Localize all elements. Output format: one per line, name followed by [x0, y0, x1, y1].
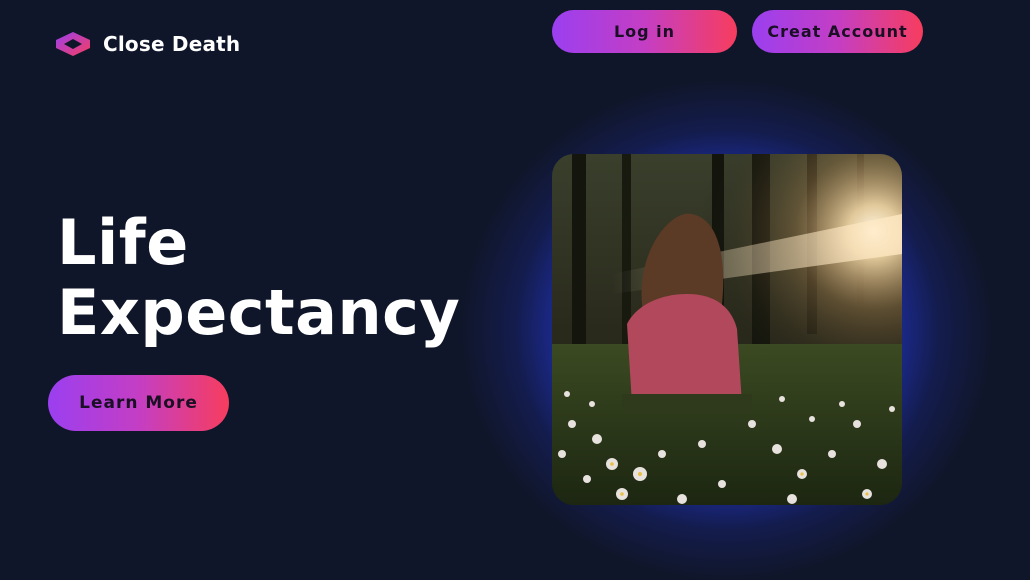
- brand-logo[interactable]: Close Death: [55, 31, 240, 57]
- create-account-button[interactable]: Creat Account: [752, 10, 923, 53]
- login-button[interactable]: Log in: [552, 10, 737, 53]
- hero-title: Life Expectancy: [57, 208, 460, 348]
- hero-title-line-1: Life: [57, 206, 189, 279]
- brand-name: Close Death: [103, 32, 241, 56]
- meadow-photo-illustration: [552, 154, 902, 505]
- hero-title-line-2: Expectancy: [57, 276, 461, 349]
- hero-image: [552, 154, 902, 505]
- cube-logo-icon: [55, 31, 91, 57]
- learn-more-button[interactable]: Learn More: [48, 375, 229, 431]
